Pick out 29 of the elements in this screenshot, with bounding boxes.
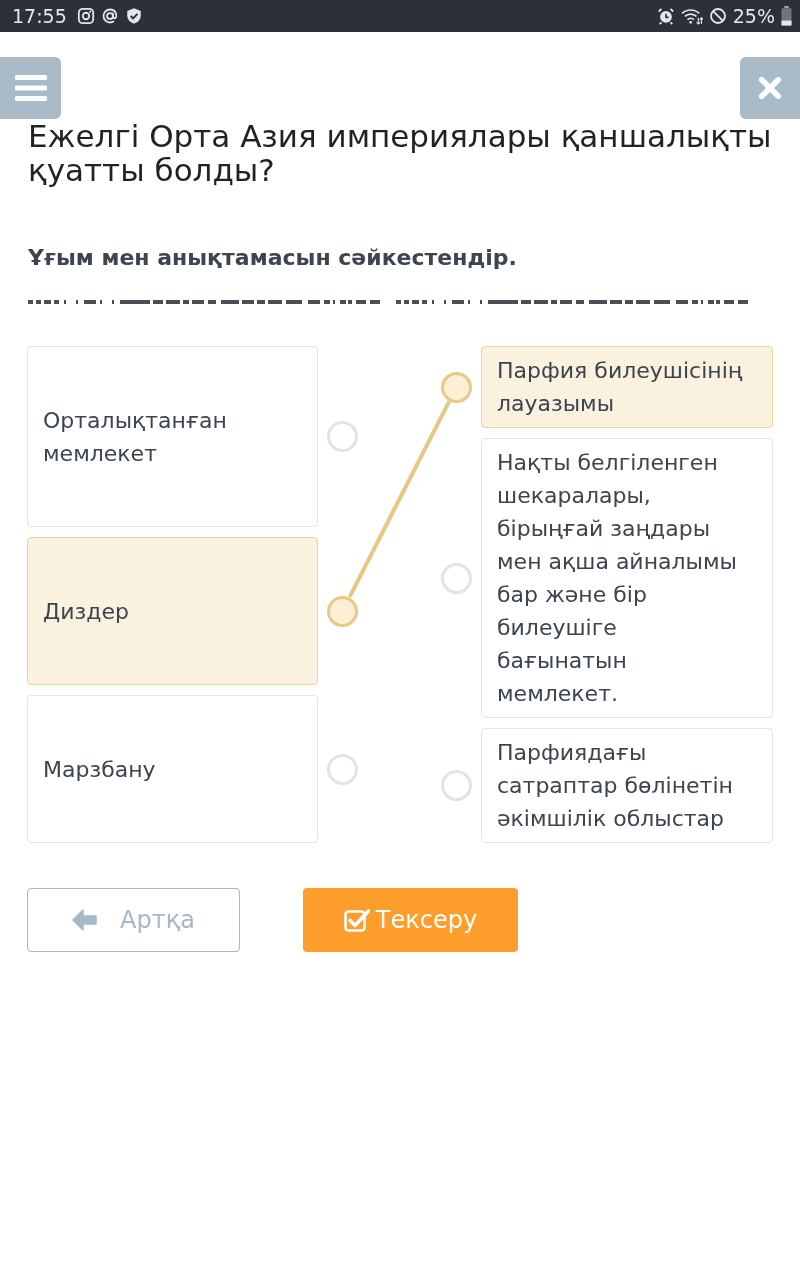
definition-card[interactable]: Парфия билеушісінің лауазымы <box>481 346 773 428</box>
match-dot[interactable] <box>327 421 358 452</box>
instruction-text: Ұғым мен анықтамасын сәйкестендір. <box>27 244 518 272</box>
shield-check-icon <box>124 7 143 25</box>
definition-card[interactable]: Нақты белгіленген шекаралары, бірыңғай заңдары мен ақша айналымы бар және бір билеушіге бағынатын мемлекет. <box>481 438 773 718</box>
term-card[interactable]: Марзбану <box>27 695 318 843</box>
menu-icon <box>14 75 47 101</box>
status-time: 17:55 <box>12 5 67 27</box>
question-title: Ежелгі Орта Азия империялары қаншалықты қуатты болды? <box>27 119 773 187</box>
battery-icon <box>781 6 792 26</box>
camera-app-icon <box>76 7 95 25</box>
definition-card[interactable]: Парфиядағы сатраптар бөлінетін әкімшілік облыстар <box>481 728 773 843</box>
match-dot[interactable] <box>327 595 358 627</box>
match-dot[interactable] <box>441 770 472 801</box>
close-icon <box>758 76 782 100</box>
close-button[interactable] <box>740 57 800 119</box>
do-not-disturb-icon <box>708 7 727 25</box>
match-dot[interactable] <box>327 753 358 785</box>
battery-percentage: 25% <box>732 5 775 27</box>
term-card[interactable]: Диздер <box>27 537 318 685</box>
alarm-clock-icon <box>656 7 675 25</box>
match-dot[interactable] <box>441 562 472 594</box>
wifi-icon <box>680 7 703 25</box>
arrow-left-icon <box>72 909 99 931</box>
term-card[interactable]: Орталықтанған мемлекет <box>27 346 318 527</box>
menu-button[interactable] <box>0 57 61 119</box>
at-sign-icon <box>100 7 119 25</box>
match-dot[interactable] <box>441 371 472 403</box>
checked-box-icon <box>343 908 370 932</box>
